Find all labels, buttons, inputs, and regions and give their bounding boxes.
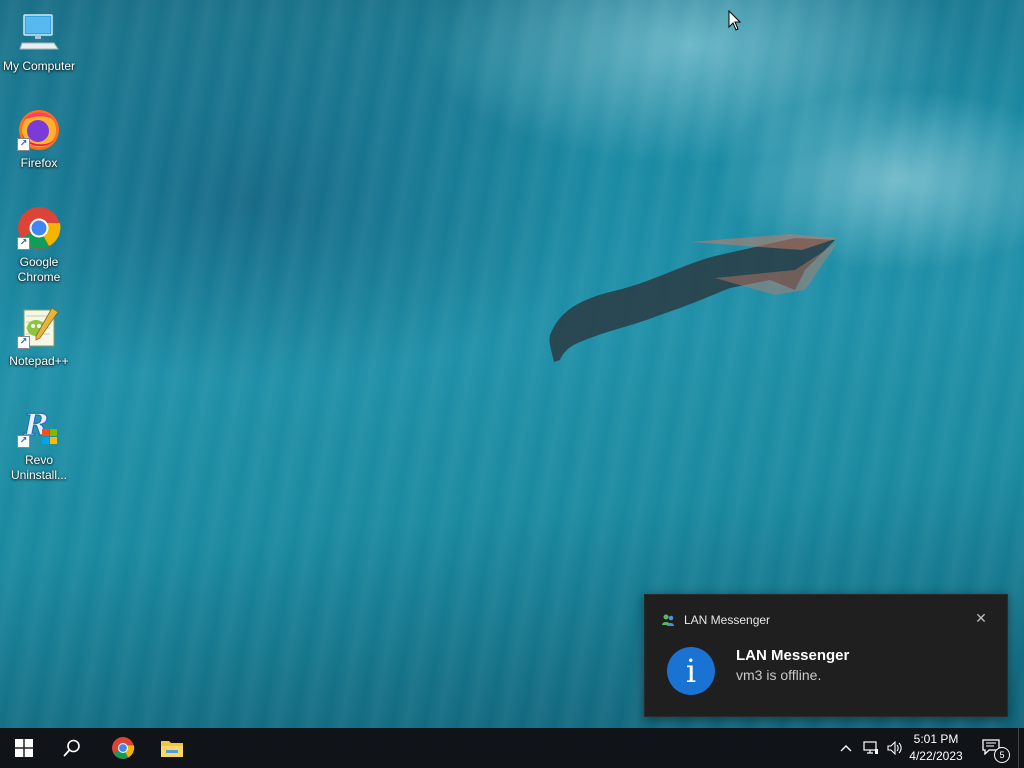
taskbar: 5:01 PM 4/22/2023 5: [0, 728, 1024, 768]
desktop-icon-label: Revo Uninstall...: [10, 453, 68, 482]
clock[interactable]: 5:01 PM 4/22/2023: [904, 731, 968, 765]
shortcut-arrow-icon: ↗: [17, 138, 30, 151]
notification-count-badge: 5: [994, 747, 1010, 763]
computer-icon: [15, 8, 63, 56]
toast-notification[interactable]: LAN Messenger ✕ i LAN Messenger vm3 is o…: [644, 594, 1008, 717]
shortcut-arrow-icon: ↗: [17, 435, 30, 448]
taskbar-file-explorer-button[interactable]: [148, 728, 196, 768]
toast-close-button[interactable]: ✕: [973, 611, 989, 627]
volume-icon: [887, 741, 902, 755]
wallpaper-diver: [549, 234, 838, 362]
file-explorer-icon: [161, 741, 183, 757]
desktop-icon-label: My Computer: [2, 59, 76, 73]
desktop-icon-my-computer[interactable]: My Computer: [0, 8, 78, 74]
toast-header: LAN Messenger: [661, 613, 770, 627]
desktop-icon-google-chrome[interactable]: ↗ Google Chrome: [0, 204, 78, 285]
action-center-button[interactable]: 5: [976, 728, 1010, 768]
taskbar-chrome-button[interactable]: [99, 728, 147, 768]
desktop-icon-label: Notepad++: [9, 354, 69, 368]
lan-messenger-icon: [662, 614, 674, 626]
shortcut-arrow-icon: ↗: [17, 237, 30, 250]
notepadpp-icon: ↗: [15, 303, 63, 351]
show-desktop-button[interactable]: [1018, 728, 1024, 768]
shortcut-arrow-icon: ↗: [17, 336, 30, 349]
chrome-icon: ↗: [15, 204, 63, 252]
toast-body: vm3 is offline.: [736, 667, 822, 683]
search-icon: [63, 739, 80, 757]
clock-time: 5:01 PM: [913, 732, 959, 746]
desktop-icon-label: Google Chrome: [17, 255, 61, 284]
windows-start-icon: [15, 739, 33, 757]
desktop-icon-label: Firefox: [20, 156, 58, 170]
mouse-cursor-icon: [728, 10, 742, 31]
desktop: My Computer ↗ Firefox ↗ Google Chrome ↗ …: [0, 0, 1024, 768]
search-button[interactable]: [48, 728, 96, 768]
firefox-icon: ↗: [15, 105, 63, 153]
toast-app-name: LAN Messenger: [684, 613, 771, 627]
tray-network[interactable]: [860, 728, 882, 768]
toast-title: LAN Messenger: [736, 647, 850, 664]
info-icon: i: [667, 647, 715, 695]
network-icon: [863, 741, 878, 754]
clock-date: 4/22/2023: [909, 749, 963, 763]
revo-uninstaller-icon: R ↗: [15, 402, 63, 450]
tray-overflow-chevron[interactable]: [836, 728, 856, 768]
desktop-icon-revo-uninstaller[interactable]: R ↗ Revo Uninstall...: [0, 402, 78, 483]
desktop-icon-firefox[interactable]: ↗ Firefox: [0, 105, 78, 171]
desktop-icon-notepad-plus-plus[interactable]: ↗ Notepad++: [0, 303, 78, 369]
chevron-up-icon: [840, 745, 852, 752]
chrome-icon: [112, 737, 135, 759]
start-button[interactable]: [0, 728, 48, 768]
tray-volume[interactable]: [884, 728, 906, 768]
